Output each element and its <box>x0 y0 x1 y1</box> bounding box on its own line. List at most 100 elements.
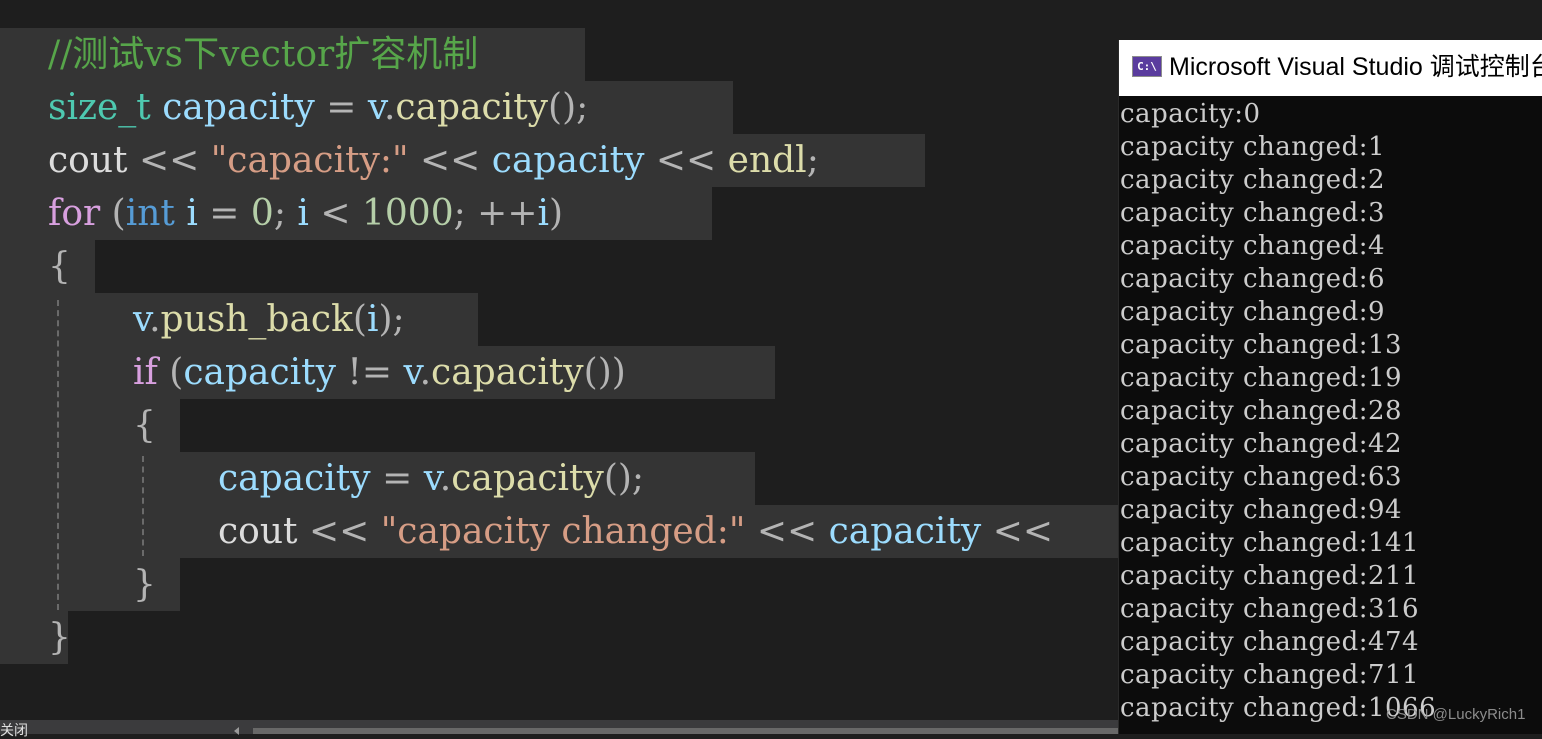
console-output-line: capacity changed:94 <box>1120 495 1403 525</box>
debug-console-window[interactable]: C:\ Microsoft Visual Studio 调试控制台 capaci… <box>1118 40 1542 734</box>
console-output-line: capacity changed:19 <box>1120 363 1403 393</box>
code-line[interactable]: capacity = v.capacity(); <box>0 452 755 505</box>
code-token: capacity <box>218 458 371 499</box>
code-token: { <box>133 405 156 446</box>
code-token: ( <box>100 193 126 234</box>
console-output-line: capacity changed:2 <box>1120 165 1386 195</box>
code-line[interactable]: if (capacity != v.capacity()) <box>0 346 775 399</box>
code-token: << <box>644 140 728 181</box>
code-token: . <box>383 87 396 128</box>
console-output-line: capacity changed:4 <box>1120 231 1386 261</box>
horizontal-scrollbar[interactable] <box>253 728 1118 734</box>
code-token: << <box>745 511 829 552</box>
indent-guide <box>142 456 144 556</box>
code-token: << <box>408 140 492 181</box>
code-line[interactable]: cout << "capacity changed:" << capacity … <box>0 505 1118 558</box>
code-line[interactable]: size_t capacity = v.capacity(); <box>0 81 733 134</box>
console-output-line: capacity:0 <box>1120 99 1261 129</box>
console-title: Microsoft Visual Studio 调试控制台 <box>1169 53 1542 81</box>
code-text: v.push_back(i); <box>133 293 405 346</box>
code-token: if <box>133 352 158 393</box>
code-token: i <box>366 299 379 340</box>
code-text: cout << "capacity:" << capacity << endl; <box>48 134 819 187</box>
console-output-line: capacity changed:63 <box>1120 462 1403 492</box>
code-token: << <box>981 511 1054 552</box>
console-output-line: capacity changed:28 <box>1120 396 1403 426</box>
code-line[interactable]: v.push_back(i); <box>0 293 478 346</box>
code-token: ( <box>352 299 367 340</box>
code-token: v <box>367 87 384 128</box>
console-output-line: capacity changed:141 <box>1120 528 1420 558</box>
code-token: capacity <box>451 458 604 499</box>
code-line[interactable]: } <box>0 611 71 664</box>
code-editor[interactable]: //测试vs下vector扩容机制 size_t capacity = v.ca… <box>0 0 1118 720</box>
code-text: size_t capacity = v.capacity(); <box>48 81 588 134</box>
code-token: << <box>127 140 211 181</box>
code-text: { <box>133 399 156 452</box>
console-output-line: capacity changed:316 <box>1120 594 1420 624</box>
code-token: = <box>370 458 424 499</box>
code-line[interactable]: cout << "capacity:" << capacity << endl; <box>0 134 925 187</box>
code-token: ); <box>378 299 405 340</box>
code-token: cout <box>218 511 298 552</box>
code-token: = <box>197 193 251 234</box>
code-token: 0 <box>250 193 274 234</box>
code-token: i <box>186 193 198 234</box>
console-app-icon: C:\ <box>1132 56 1162 77</box>
code-token: int <box>125 193 175 234</box>
code-text: //测试vs下vector扩容机制 <box>48 28 478 81</box>
code-token: capacity <box>828 511 982 552</box>
code-text: } <box>48 611 71 664</box>
code-token: capacity <box>491 140 645 181</box>
code-token: { <box>48 246 71 287</box>
console-output-line: capacity changed:6 <box>1120 264 1386 294</box>
code-token: } <box>48 617 71 658</box>
console-output: capacity:0 capacity changed:1 capacity cha… <box>1119 98 1542 725</box>
code-text: for (int i = 0; i < 1000; ++i) <box>48 187 563 240</box>
bottom-panel-label[interactable]: 关闭 <box>0 724 28 738</box>
code-token: 1000 <box>361 193 454 234</box>
code-line[interactable]: for (int i = 0; i < 1000; ++i) <box>0 187 712 240</box>
code-token: != <box>335 352 404 393</box>
console-output-line: capacity changed:13 <box>1120 330 1403 360</box>
code-token: ; <box>273 193 298 234</box>
indent-guide <box>57 300 59 610</box>
console-title-bar[interactable]: C:\ Microsoft Visual Studio 调试控制台 <box>1119 40 1542 96</box>
code-token: (); <box>603 458 645 499</box>
code-token: ( <box>157 352 184 393</box>
code-text: capacity = v.capacity(); <box>218 452 644 505</box>
code-token: ; ++ <box>453 193 538 234</box>
console-output-line: capacity changed:42 <box>1120 429 1403 459</box>
code-line[interactable]: } <box>0 558 180 611</box>
code-token: "capacity changed:" <box>380 511 746 552</box>
code-line[interactable]: //测试vs下vector扩容机制 <box>0 28 585 81</box>
code-token: capacity <box>431 352 584 393</box>
code-token: size_t <box>48 87 151 128</box>
code-line[interactable]: { <box>0 399 180 452</box>
code-token: . <box>419 352 432 393</box>
code-token: ) <box>549 193 564 234</box>
code-token: v <box>423 458 440 499</box>
code-line[interactable]: { <box>0 240 95 293</box>
console-output-line: capacity changed:3 <box>1120 198 1386 228</box>
code-token: for <box>48 193 101 234</box>
code-token: capacity <box>162 87 315 128</box>
watermark: CSDN @LuckyRich1 <box>1386 706 1526 723</box>
code-token: i <box>297 193 309 234</box>
console-output-line: capacity changed:474 <box>1120 627 1420 657</box>
console-output-line: capacity changed:711 <box>1120 660 1420 690</box>
code-token: capacity <box>395 87 549 128</box>
code-token: "capacity:" <box>210 140 409 181</box>
code-text: if (capacity != v.capacity()) <box>133 346 626 399</box>
code-token: (); <box>548 87 589 128</box>
code-token: . <box>149 299 161 340</box>
code-token: cout <box>48 140 128 181</box>
code-token: v <box>133 299 150 340</box>
code-token: capacity <box>183 352 336 393</box>
code-token: << <box>297 511 381 552</box>
code-token: push_back <box>160 299 353 340</box>
console-output-line: capacity changed:1 <box>1120 132 1386 162</box>
code-token: ; <box>806 140 819 181</box>
code-text: { <box>48 240 71 293</box>
